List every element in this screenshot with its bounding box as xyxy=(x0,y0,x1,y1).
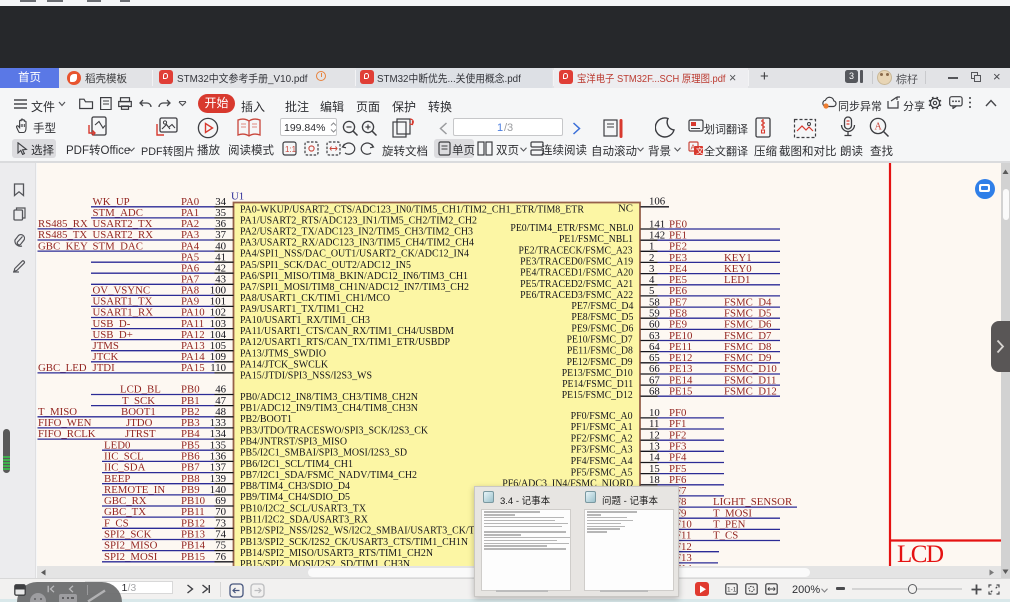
svg-text:PF1: PF1 xyxy=(669,418,686,430)
svg-text:SPI2_MISO: SPI2_MISO xyxy=(104,540,158,552)
svg-text:73: 73 xyxy=(215,517,226,529)
svg-text:PB1/ADC12_IN9/TIM3_CH4/TIM8_CH: PB1/ADC12_IN9/TIM3_CH4/TIM8_CH3N xyxy=(240,402,418,414)
svg-text:FIFO_RCLK: FIFO_RCLK xyxy=(38,428,96,440)
svg-text:70: 70 xyxy=(215,506,226,518)
svg-text:PF3: PF3 xyxy=(669,440,686,452)
svg-text:PF1/FSMC_A1: PF1/FSMC_A1 xyxy=(571,421,633,433)
svg-text:134: 134 xyxy=(210,428,227,440)
svg-text:BOOT1: BOOT1 xyxy=(121,406,156,418)
svg-text:1-1: 1-1 xyxy=(727,587,737,594)
svg-text:PF5/FSMC_A5: PF5/FSMC_A5 xyxy=(571,466,633,478)
svg-text:PA15/JTDI/SPI3_NSS/I2S3_WS: PA15/JTDI/SPI3_NSS/I2S3_WS xyxy=(240,370,372,382)
svg-text:PF6: PF6 xyxy=(669,474,687,486)
svg-text:18: 18 xyxy=(649,474,660,486)
svg-text:PE11/FSMC_D8: PE11/FSMC_D8 xyxy=(567,345,633,357)
svg-text:13: 13 xyxy=(649,440,660,452)
svg-text:PB11: PB11 xyxy=(181,506,205,518)
svg-text:PE3/TRACED0/FSMC_A19: PE3/TRACED0/FSMC_A19 xyxy=(520,255,633,267)
svg-text:PB14: PB14 xyxy=(181,540,206,552)
svg-text:PF3/FSMC_A3: PF3/FSMC_A3 xyxy=(571,444,633,456)
svg-text:46: 46 xyxy=(215,384,226,396)
svg-text:LIGHT_SENSOR: LIGHT_SENSOR xyxy=(713,496,793,508)
svg-text:文: 文 xyxy=(696,146,704,156)
svg-text:PB12: PB12 xyxy=(181,517,205,529)
svg-text:A: A xyxy=(875,122,883,133)
svg-text:LCD: LCD xyxy=(897,541,944,566)
svg-text:PB3/JTDO/TRACESWO/SPI3_SCK/I2S: PB3/JTDO/TRACESWO/SPI3_SCK/I2S3_CK xyxy=(240,424,428,436)
svg-text:76: 76 xyxy=(215,551,226,563)
svg-text:PB5/I2C1_SMBAI/SPI3_MOSI/I2S3_: PB5/I2C1_SMBAI/SPI3_MOSI/I2S3_SD xyxy=(240,447,407,459)
svg-text:U1: U1 xyxy=(231,191,244,203)
svg-text:PE4/TRACED1/FSMC_A20: PE4/TRACED1/FSMC_A20 xyxy=(520,267,633,279)
svg-text:PE12/FSMC_D9: PE12/FSMC_D9 xyxy=(567,356,633,368)
svg-text:136: 136 xyxy=(210,451,227,463)
svg-text:GBC_TX: GBC_TX xyxy=(104,506,146,518)
svg-text:PB4: PB4 xyxy=(181,428,200,440)
svg-text:PB8: PB8 xyxy=(181,473,200,485)
svg-text:T_MISO: T_MISO xyxy=(38,406,77,418)
svg-text:T_CS: T_CS xyxy=(713,530,738,542)
svg-text:PB6: PB6 xyxy=(181,451,200,463)
svg-text:SPI2_MOSI: SPI2_MOSI xyxy=(104,551,158,563)
svg-text:PB9/TIM4_CH4/SDIO_D5: PB9/TIM4_CH4/SDIO_D5 xyxy=(240,491,350,503)
svg-text:IIC_SCL: IIC_SCL xyxy=(104,451,144,463)
svg-text:PE8/FSMC_D5: PE8/FSMC_D5 xyxy=(571,311,633,323)
svg-text:PB15/SPI2_MOSI/I2S2_SD/TIM1_CH: PB15/SPI2_MOSI/I2S2_SD/TIM1_CH3N xyxy=(240,558,410,566)
svg-text:PF4/FSMC_A4: PF4/FSMC_A4 xyxy=(571,455,634,467)
svg-text:48: 48 xyxy=(215,406,226,418)
svg-text:F_CS: F_CS xyxy=(104,517,129,529)
svg-text:BEEP: BEEP xyxy=(104,473,130,485)
svg-text:139: 139 xyxy=(210,473,226,485)
svg-text:PB15: PB15 xyxy=(181,551,205,563)
svg-text:PB0: PB0 xyxy=(181,384,200,396)
svg-text:14: 14 xyxy=(649,452,660,464)
svg-text:PB11/I2C2_SDA/USART3_RX: PB11/I2C2_SDA/USART3_RX xyxy=(240,514,368,526)
svg-text:JTRST: JTRST xyxy=(125,428,156,440)
svg-text:PB7/I2C1_SDA/FSMC_NADV/TIM4_CH: PB7/I2C1_SDA/FSMC_NADV/TIM4_CH2 xyxy=(240,469,417,481)
svg-text:PF4: PF4 xyxy=(669,452,687,464)
svg-text:NC: NC xyxy=(618,202,633,214)
svg-text:1:1: 1:1 xyxy=(285,145,297,154)
svg-text:PE15/FSMC_D12: PE15/FSMC_D12 xyxy=(562,389,633,401)
svg-text:106: 106 xyxy=(649,196,666,208)
svg-text:PB2: PB2 xyxy=(181,406,200,418)
svg-text:PF0/FSMC_A0: PF0/FSMC_A0 xyxy=(571,410,633,422)
svg-text:LCD_BL: LCD_BL xyxy=(120,384,161,396)
svg-text:75: 75 xyxy=(215,540,226,552)
svg-text:PE6/TRACED3/FSMC_A22: PE6/TRACED3/FSMC_A22 xyxy=(520,289,633,301)
svg-text:PE0/TIM4_ETR/FSMC_NBL0: PE0/TIM4_ETR/FSMC_NBL0 xyxy=(510,222,633,234)
svg-text:11: 11 xyxy=(649,418,659,430)
svg-text:PF2/FSMC_A2: PF2/FSMC_A2 xyxy=(571,432,633,444)
